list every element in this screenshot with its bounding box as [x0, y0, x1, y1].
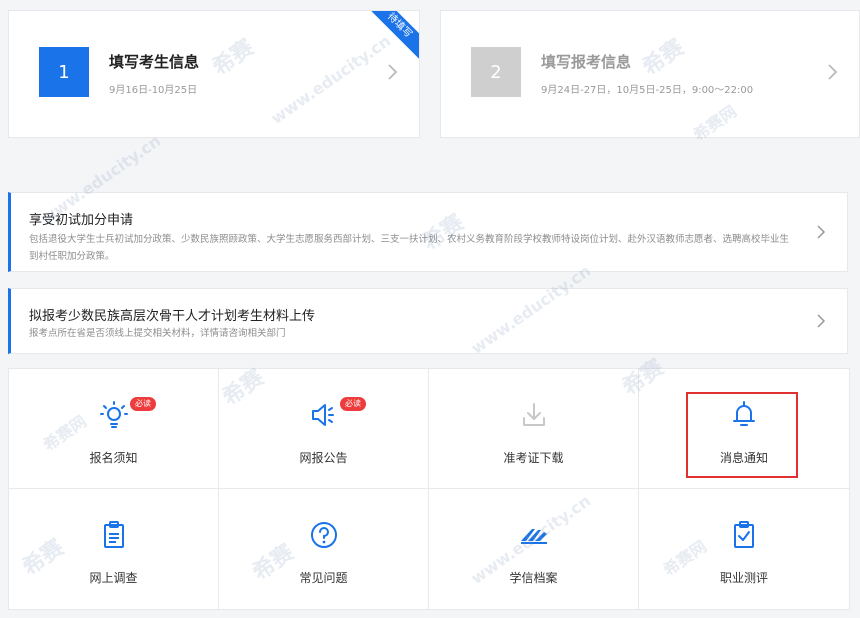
notice-minority-program-upload[interactable]: 拟报考少数民族高层次骨干人才计划考生材料上传 报考点所在省是否须线上提交相关材料…: [8, 288, 848, 354]
grid-item-label: 常见问题: [299, 571, 348, 585]
grid-item-label: 准考证下载: [503, 451, 564, 465]
grid-item-label: 网报公告: [299, 451, 348, 465]
function-grid: 必读 报名须知 必读 网报公告 准考证下载 消息通知 网上调查 常见问题 学信档…: [8, 368, 850, 610]
chevron-right-icon: [817, 314, 826, 328]
clipboard-icon: [104, 521, 124, 548]
grid-item-online-survey[interactable]: 网上调查: [9, 489, 219, 609]
grid-item-career-assessment[interactable]: 职业测评: [639, 489, 849, 609]
grid-item-admission-ticket-download[interactable]: 准考证下载: [429, 369, 639, 489]
download-icon: [523, 403, 545, 426]
question-circle-icon: [311, 522, 337, 548]
step-number: 1: [39, 47, 89, 97]
must-read-badge: 必读: [130, 397, 156, 411]
grid-item-registration-notes[interactable]: 必读 报名须知: [9, 369, 219, 489]
grid-item-label: 网上调查: [89, 571, 138, 585]
grid-item-online-announcement[interactable]: 必读 网报公告: [219, 369, 429, 489]
megaphone-icon: [312, 404, 334, 426]
notice-description: 包括退役大学生士兵初试加分政策、少数民族照顾政策、大学生志愿服务西部计划、三支一…: [29, 234, 790, 262]
chevron-right-icon: [828, 64, 838, 80]
grid-item-label: 职业测评: [719, 571, 768, 585]
step-number: 2: [471, 47, 521, 97]
chevron-right-icon: [817, 225, 826, 239]
step-date: 9月16日-10月25日: [109, 85, 198, 96]
step-card-fill-application-info[interactable]: 2 填写报考信息 9月24日-27日，10月5日-25日，9:00～22:00: [440, 10, 860, 138]
step-card-fill-candidate-info[interactable]: 1 填写考生信息 9月16日-10月25日 待填写: [8, 10, 420, 138]
step-title: 填写报考信息: [541, 53, 632, 71]
must-read-badge: 必读: [340, 397, 366, 411]
grid-item-label: 报名须知: [89, 451, 138, 465]
chevron-right-icon: [388, 64, 398, 80]
grid-item-label: 学信档案: [509, 571, 558, 585]
notice-extra-points-application[interactable]: 享受初试加分申请 包括退役大学生士兵初试加分政策、少数民族照顾政策、大学生志愿服…: [8, 192, 848, 272]
grid-item-xuexin-archive[interactable]: 学信档案: [429, 489, 639, 609]
status-ribbon: 待填写: [360, 11, 419, 65]
clipboard-check-icon: [734, 521, 754, 548]
xuexin-logo-icon: [521, 529, 547, 544]
step-date: 9月24日-27日，10月5日-25日，9:00～22:00: [541, 85, 754, 96]
bell-icon: [733, 401, 755, 426]
lightbulb-icon: [100, 401, 128, 428]
grid-item-message-notification[interactable]: 消息通知: [639, 369, 849, 489]
notice-description: 报考点所在省是否须线上提交相关材料，详情请咨询相关部门: [29, 328, 286, 339]
notice-title: 拟报考少数民族高层次骨干人才计划考生材料上传: [29, 309, 316, 324]
grid-item-label: 消息通知: [719, 451, 768, 465]
notice-title: 享受初试加分申请: [29, 213, 134, 228]
step-title: 填写考生信息: [109, 53, 200, 71]
grid-item-faq[interactable]: 常见问题: [219, 489, 429, 609]
